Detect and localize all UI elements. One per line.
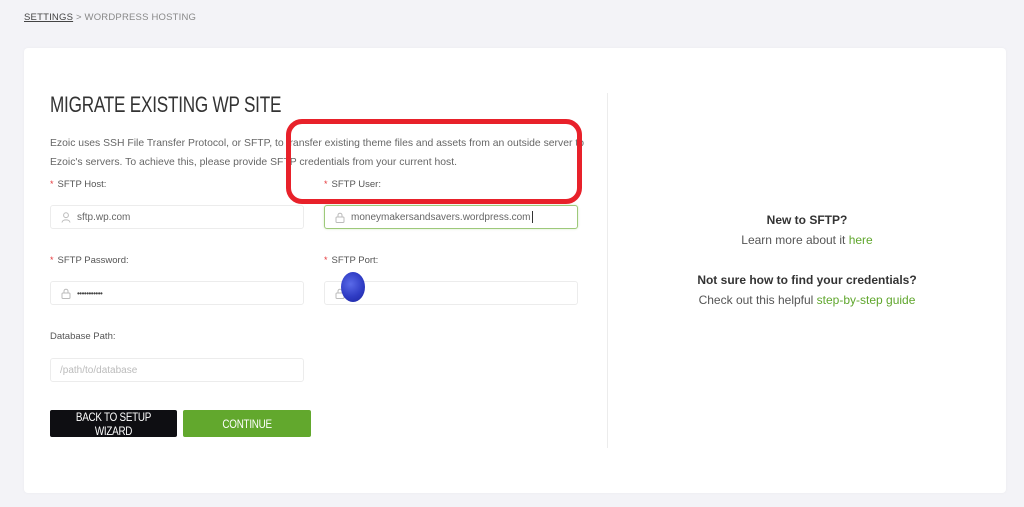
sftp-password-value: ••••••••••• bbox=[77, 288, 103, 298]
sftp-password-label: SFTP Password: bbox=[57, 255, 129, 266]
sftp-password-field: * SFTP Password: ••••••••••• bbox=[50, 253, 304, 305]
sftp-host-input[interactable]: sftp.wp.com bbox=[50, 205, 304, 229]
sftp-host-field: * SFTP Host: sftp.wp.com bbox=[50, 177, 304, 229]
sftp-password-input[interactable]: ••••••••••• bbox=[50, 281, 304, 305]
database-path-input[interactable]: /path/to/database bbox=[50, 358, 304, 382]
lock-icon bbox=[334, 287, 346, 299]
database-path-placeholder: /path/to/database bbox=[60, 364, 138, 376]
sftp-host-label: SFTP Host: bbox=[57, 179, 107, 190]
breadcrumb-current: WORDPRESS HOSTING bbox=[84, 12, 197, 23]
lock-icon bbox=[60, 287, 72, 299]
migrate-card: MIGRATE EXISTING WP SITE Ezoic uses SSH … bbox=[24, 48, 1006, 493]
required-marker: * bbox=[50, 179, 54, 189]
user-icon bbox=[60, 211, 72, 223]
text-caret bbox=[531, 211, 533, 223]
sftp-port-field: * SFTP Port: bbox=[324, 253, 578, 305]
sftp-port-input[interactable] bbox=[324, 281, 578, 305]
lock-icon bbox=[334, 211, 346, 223]
back-to-setup-wizard-button[interactable]: BACK TO SETUP WIZARD bbox=[50, 410, 177, 438]
learn-more-here-link[interactable]: here bbox=[849, 233, 873, 247]
help-text-sftp: Learn more about it here bbox=[741, 233, 873, 247]
step-by-step-guide-link[interactable]: step-by-step guide bbox=[817, 293, 916, 307]
breadcrumb-settings-link[interactable]: SETTINGS bbox=[24, 12, 73, 23]
sftp-user-label: SFTP User: bbox=[331, 179, 381, 190]
sftp-port-label: SFTP Port: bbox=[331, 255, 379, 266]
intro-text: Ezoic uses SSH File Transfer Protocol, o… bbox=[50, 138, 584, 168]
help-text-credentials: Check out this helpful step-by-step guid… bbox=[698, 293, 916, 307]
breadcrumb-separator: > bbox=[73, 12, 85, 23]
database-path-field: Database Path: /path/to/database bbox=[50, 330, 304, 382]
help-question-credentials: Not sure how to find your credentials? bbox=[697, 273, 917, 287]
required-marker: * bbox=[50, 255, 54, 265]
sftp-user-value: moneymakersandsavers.wordpress.com bbox=[351, 211, 531, 223]
sftp-user-input[interactable]: moneymakersandsavers.wordpress.com bbox=[324, 205, 578, 229]
breadcrumb: SETTINGS > WORDPRESS HOSTING bbox=[24, 12, 196, 23]
sftp-user-field: * SFTP User: moneymakersandsavers.wordpre… bbox=[324, 177, 578, 229]
continue-button[interactable]: CONTINUE bbox=[183, 410, 311, 437]
required-marker: * bbox=[324, 255, 328, 265]
required-marker: * bbox=[324, 179, 328, 189]
database-path-label: Database Path: bbox=[50, 331, 116, 342]
page-title: MIGRATE EXISTING WP SITE bbox=[50, 92, 282, 117]
column-divider bbox=[607, 93, 608, 448]
help-question-sftp: New to SFTP? bbox=[766, 213, 848, 227]
sftp-host-value: sftp.wp.com bbox=[77, 211, 131, 223]
